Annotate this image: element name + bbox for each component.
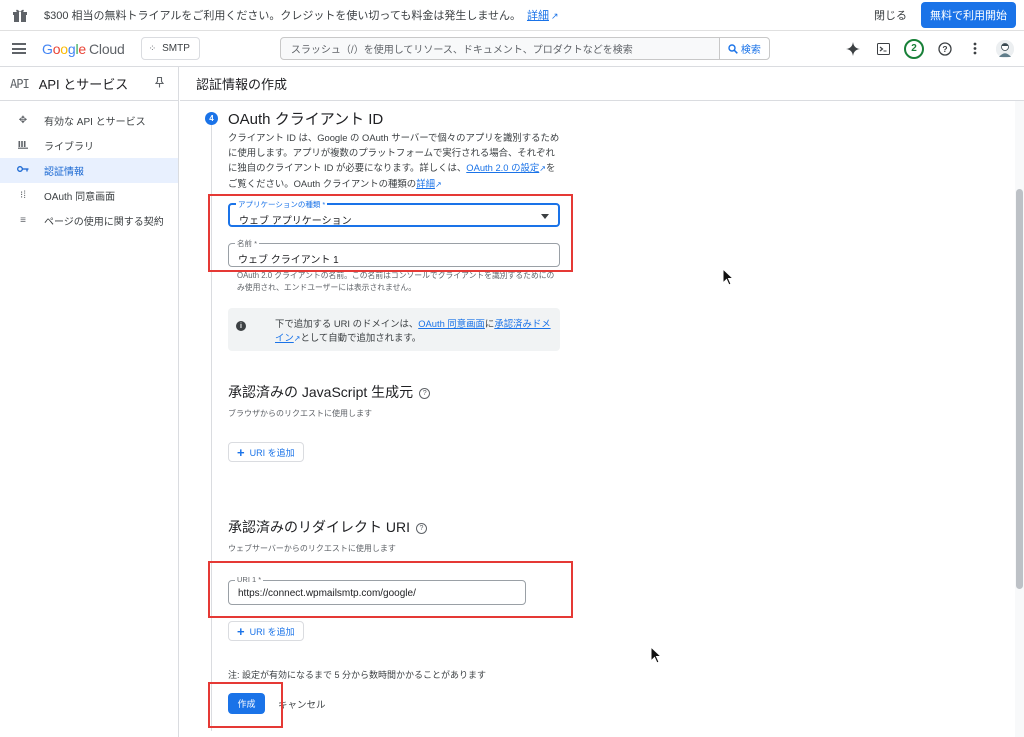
avatar[interactable] bbox=[996, 39, 1014, 58]
api-icon: API bbox=[10, 76, 30, 91]
scrollbar-thumb[interactable] bbox=[1016, 189, 1023, 589]
mouse-cursor-icon bbox=[722, 268, 734, 286]
sidebar-item-library[interactable]: ライブラリ bbox=[0, 133, 178, 158]
js-origins-title: 承認済みの JavaScript 生成元? bbox=[228, 382, 431, 402]
sidebar-item-enabled-apis[interactable]: ✥ 有効な API とサービス bbox=[0, 108, 178, 133]
library-icon bbox=[16, 139, 30, 152]
page-title: 認証情報の作成 bbox=[180, 67, 1024, 101]
cloud-shell-icon[interactable] bbox=[874, 40, 892, 58]
search-input[interactable]: スラッシュ（/）を使用してリソース、ドキュメント、プロダクトなどを検索 bbox=[281, 41, 719, 56]
key-icon bbox=[16, 165, 30, 176]
scrollbar[interactable] bbox=[1015, 101, 1024, 737]
pin-icon[interactable] bbox=[154, 76, 165, 91]
step-number-badge: 4 bbox=[205, 112, 218, 125]
plus-icon: + bbox=[237, 623, 245, 639]
mouse-cursor-icon bbox=[650, 646, 662, 664]
gemini-sparkle-icon[interactable] bbox=[844, 40, 862, 58]
client-type-detail-link[interactable]: 詳細 bbox=[416, 178, 435, 189]
project-name: SMTP bbox=[162, 43, 190, 54]
oauth-consent-link[interactable]: OAuth 同意画面 bbox=[418, 318, 485, 329]
cancel-button[interactable]: キャンセル bbox=[278, 693, 326, 714]
help-icon[interactable]: ? bbox=[419, 387, 431, 399]
info-icon: i bbox=[236, 321, 246, 331]
sidebar: API API とサービス ✥ 有効な API とサービス ライブラリ 認証情報… bbox=[0, 67, 179, 737]
sidebar-header: API API とサービス bbox=[0, 67, 178, 101]
banner-detail-link[interactable]: 詳細 bbox=[527, 10, 549, 22]
settings-delay-note: 注: 設定が有効になるまで 5 分から数時間かかることがあります bbox=[228, 670, 487, 680]
sidebar-item-credentials[interactable]: 認証情報 bbox=[0, 158, 178, 183]
client-name-hint: OAuth 2.0 クライアントの名前。この名前はコンソールでクライアントを識別… bbox=[237, 271, 555, 292]
oauth-description: クライアント ID は、Google の OAuth サーバーで個々のアプリを識… bbox=[228, 132, 560, 189]
external-link-icon: ↗ bbox=[550, 11, 559, 21]
highlight-box-app-type-name bbox=[208, 194, 573, 272]
add-redirect-uri-button[interactable]: + URI を追加 bbox=[228, 621, 304, 641]
project-dots-icon: ⁘ bbox=[148, 43, 157, 53]
oauth-client-id-heading: OAuth クライアント ID bbox=[228, 111, 384, 128]
hub-icon: ✥ bbox=[18, 115, 28, 126]
sidebar-title: API とサービス bbox=[38, 77, 129, 92]
search-bar[interactable]: スラッシュ（/）を使用してリソース、ドキュメント、プロダクトなどを検索 検索 bbox=[279, 37, 770, 60]
notification-badge[interactable]: 2 bbox=[904, 38, 924, 59]
external-link-icon: ↗ bbox=[434, 180, 442, 189]
google-cloud-logo[interactable]: Google Cloud bbox=[42, 41, 125, 57]
svg-text:?: ? bbox=[942, 44, 947, 54]
highlight-box-create-button bbox=[208, 682, 283, 728]
project-picker[interactable]: ⁘ SMTP bbox=[140, 37, 200, 60]
help-icon[interactable]: ? bbox=[416, 522, 427, 534]
search-icon bbox=[728, 43, 738, 54]
redirect-uris-subtitle: ウェブサーバーからのリクエストに使用します bbox=[228, 544, 396, 553]
add-js-origin-uri-button[interactable]: + URI を追加 bbox=[228, 442, 304, 462]
consent-icon: ⁝⁞ bbox=[20, 190, 26, 201]
sidebar-item-oauth-consent[interactable]: ⁝⁞ OAuth 同意画面 bbox=[0, 183, 178, 208]
redirect-uris-title: 承認済みのリダイレクト URI? bbox=[228, 517, 427, 537]
external-link-icon: ↗ bbox=[539, 164, 546, 173]
highlight-box-redirect-uri bbox=[208, 561, 573, 618]
top-header: Google Cloud ⁘ SMTP スラッシュ（/）を使用してリソース、ドキュ… bbox=[0, 31, 1024, 67]
agreement-icon: ≡ bbox=[20, 215, 26, 226]
js-origins-subtitle: ブラウザからのリクエストに使用します bbox=[228, 409, 372, 418]
close-banner-button[interactable]: 閉じる bbox=[874, 7, 907, 23]
plus-icon: + bbox=[237, 444, 245, 460]
help-icon[interactable]: ? bbox=[936, 40, 954, 58]
search-button[interactable]: 検索 bbox=[718, 38, 769, 59]
sidebar-item-page-usage-agreements[interactable]: ≡ ページの使用に関する契約 bbox=[0, 208, 178, 233]
more-vert-icon[interactable] bbox=[966, 40, 984, 58]
gift-icon bbox=[12, 8, 28, 22]
trial-banner: $300 相当の無料トライアルをご利用ください。クレジットを使い切っても料金は発… bbox=[0, 0, 1024, 31]
oauth-settings-link[interactable]: OAuth 2.0 の設定 bbox=[466, 162, 539, 173]
uri-domain-info-box: i 下で追加する URI のドメインは、OAuth 同意画面に承認済みドメイン↗… bbox=[228, 308, 560, 351]
menu-icon[interactable] bbox=[12, 43, 26, 54]
banner-message: $300 相当の無料トライアルをご利用ください。クレジットを使い切っても料金は発… bbox=[44, 10, 521, 22]
start-free-trial-button[interactable]: 無料で利用開始 bbox=[921, 2, 1016, 28]
